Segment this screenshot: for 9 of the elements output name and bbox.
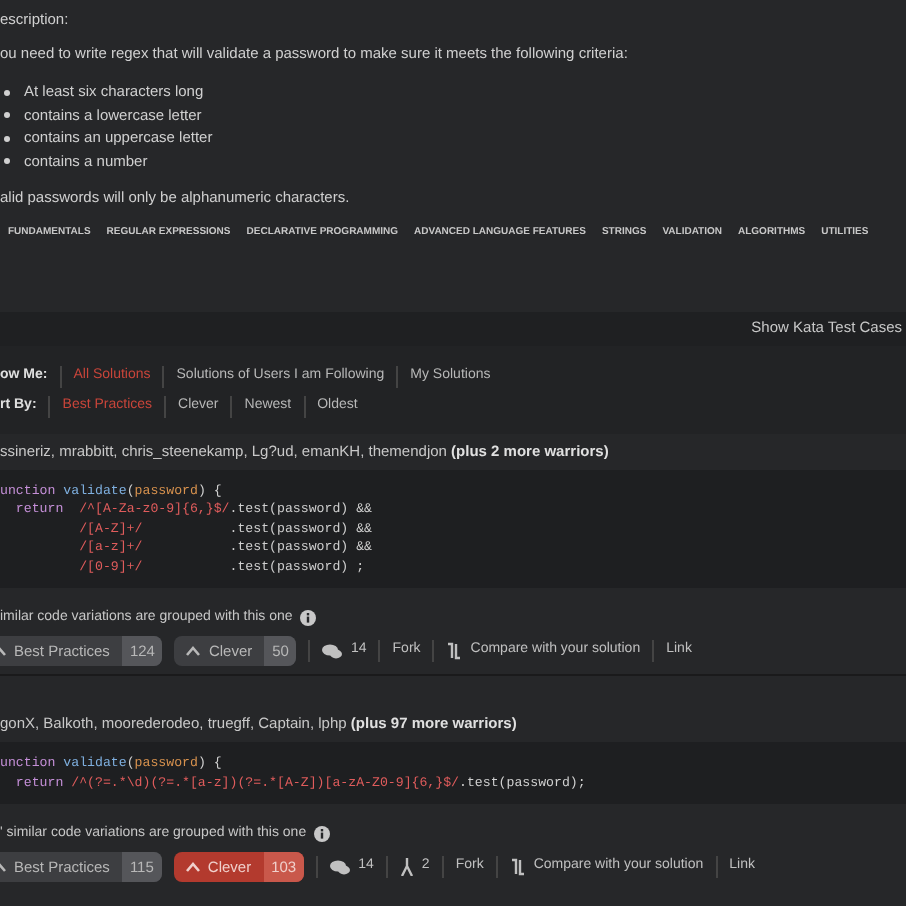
- info-icon: [300, 609, 317, 625]
- caret-up-icon: [185, 862, 200, 872]
- chat-bubbles-icon: [322, 643, 343, 659]
- compare-icon: [509, 858, 526, 876]
- fork-icon: [399, 858, 414, 876]
- compare-icon: [446, 642, 463, 660]
- info-icon: [314, 825, 331, 841]
- chat-bubbles-icon: [330, 859, 351, 875]
- caret-up-icon: [186, 646, 201, 656]
